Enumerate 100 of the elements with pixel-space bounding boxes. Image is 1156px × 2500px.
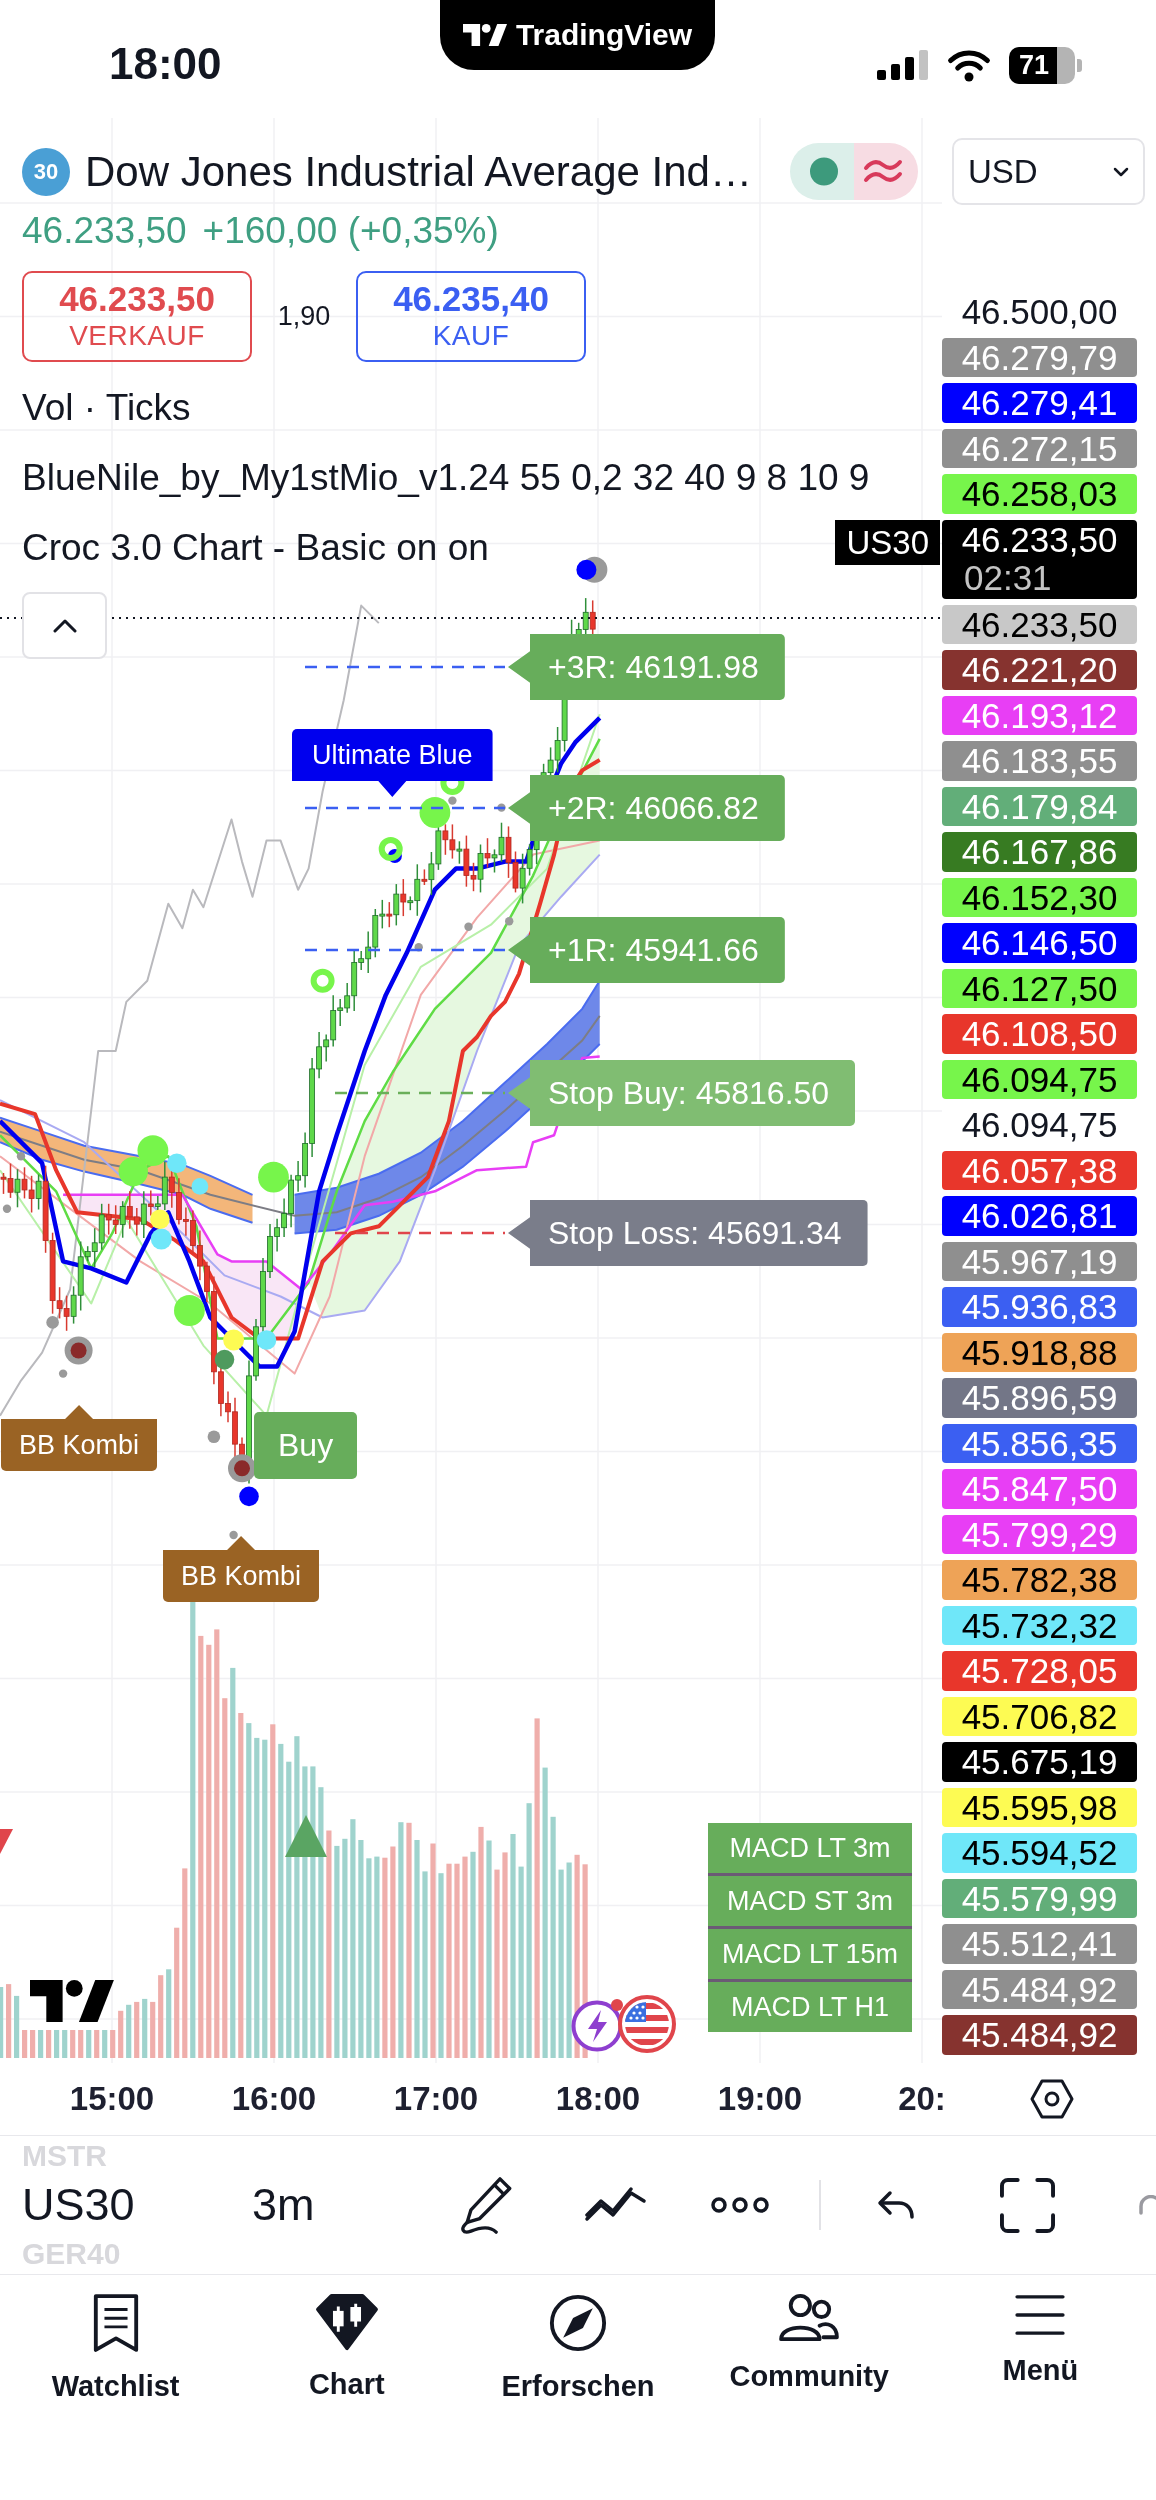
status-time: 18:00 bbox=[109, 38, 222, 90]
triangle-marker-icon bbox=[285, 1815, 327, 1857]
indicator-legend: BlueNile_by_My1stMio_v1.24 55 0,2 32 40 9 8 10 9 bbox=[22, 454, 870, 502]
symbol-badge: 30 bbox=[22, 147, 70, 196]
buy-button[interactable]: 46.235,40 KAUF bbox=[356, 270, 586, 362]
pivot-dot-icon bbox=[16, 1152, 26, 1161]
countdown-timer: 02:31 bbox=[963, 559, 1052, 597]
lightning-icon[interactable] bbox=[571, 1998, 624, 2052]
signal-dot-icon bbox=[214, 1349, 235, 1370]
signal-dot-icon bbox=[150, 1228, 172, 1250]
wifi-icon bbox=[946, 48, 992, 82]
price-label: 46.272,15 bbox=[942, 428, 1137, 468]
settings-icon[interactable] bbox=[1030, 2079, 1074, 2119]
price-label: 45.732,32 bbox=[942, 1605, 1137, 1645]
pivot-dot-icon bbox=[464, 922, 473, 931]
price-label: 46.183,55 bbox=[942, 741, 1137, 781]
price-label: 45.484,92 bbox=[942, 1969, 1137, 2009]
arc-icon[interactable] bbox=[1139, 2195, 1156, 2215]
price-value: 46.233,50 bbox=[961, 521, 1118, 559]
symbol-tag: US30 bbox=[835, 519, 940, 565]
signal-dot-icon bbox=[191, 1178, 209, 1195]
wave-icon[interactable] bbox=[854, 143, 918, 200]
price-label: 45.918,88 bbox=[942, 1332, 1137, 1372]
price-label: 45.728,05 bbox=[942, 1651, 1137, 1691]
zigzag-icon[interactable] bbox=[582, 2187, 648, 2223]
signal-icon bbox=[877, 50, 929, 80]
pivot-dot-icon bbox=[2, 1204, 12, 1213]
price-label: 45.847,50 bbox=[942, 1469, 1137, 1509]
signal-label: Ultimate Blue bbox=[292, 729, 493, 797]
price-label: 45.484,92 bbox=[942, 2015, 1137, 2055]
pivot-dot-icon bbox=[414, 943, 423, 952]
price-label: 46.167,86 bbox=[942, 832, 1137, 872]
price-label: 46.108,50 bbox=[942, 1014, 1137, 1054]
signal-dot-icon bbox=[419, 797, 451, 828]
tab-item[interactable]: Chart bbox=[231, 2293, 463, 2405]
pivot-dot-icon bbox=[505, 917, 514, 926]
price-label: 45.782,38 bbox=[942, 1560, 1137, 1600]
price-label: 46.026,81 bbox=[942, 1196, 1137, 1236]
symbol-option[interactable]: US30 bbox=[22, 2178, 212, 2232]
indicator-legend: Croc 3.0 Chart - Basic on on bbox=[22, 524, 489, 572]
signal-dot-icon bbox=[223, 1329, 245, 1351]
level-label: Stop Buy: 45816.50 bbox=[508, 1060, 856, 1126]
price-label: 46.279,41 bbox=[942, 383, 1137, 423]
signal-ring-icon bbox=[310, 968, 335, 993]
pivot-marker-icon bbox=[64, 1336, 93, 1365]
price-label: 46.279,79 bbox=[942, 337, 1137, 377]
logo-icon bbox=[462, 24, 507, 46]
price-label: 46.221,20 bbox=[942, 650, 1137, 690]
fullscreen-icon[interactable] bbox=[999, 2177, 1055, 2233]
pivot-dot-icon bbox=[497, 803, 506, 812]
signal-dot-icon bbox=[174, 1295, 205, 1326]
price-label: 46.152,30 bbox=[942, 877, 1137, 917]
signal-dot-icon bbox=[150, 1209, 170, 1230]
signal-ring-icon bbox=[378, 837, 403, 861]
price-label: 45.967,19 bbox=[942, 1241, 1137, 1281]
price-label: 46.179,84 bbox=[942, 786, 1137, 826]
sell-button[interactable]: 46.233,50 VERKAUF bbox=[22, 270, 252, 362]
tab-item[interactable]: Community bbox=[693, 2293, 925, 2405]
pivot-dot-icon bbox=[229, 1530, 238, 1540]
signal-label: BB Kombi bbox=[163, 1536, 320, 1602]
level-label: +2R: 46066.82 bbox=[508, 775, 785, 841]
tab-item[interactable]: Erforschen bbox=[462, 2293, 694, 2405]
time-label: 17:00 bbox=[392, 2080, 480, 2118]
price-label: 45.799,29 bbox=[942, 1514, 1137, 1554]
logo-icon bbox=[30, 1980, 114, 2022]
signal-marker-icon bbox=[576, 556, 608, 583]
time-label: 16:00 bbox=[230, 2080, 318, 2118]
price-change: +160,00 (+0,35%) bbox=[202, 209, 499, 253]
price-label: 45.896,59 bbox=[942, 1378, 1137, 1418]
price-label: 45.936,83 bbox=[942, 1287, 1137, 1327]
macd-label: MACD ST 3m bbox=[708, 1876, 912, 1926]
spread-value: 1,90 bbox=[276, 300, 332, 332]
level-label: +1R: 45941.66 bbox=[508, 917, 785, 983]
tab-item[interactable]: Menü bbox=[924, 2293, 1156, 2405]
undo-icon[interactable] bbox=[877, 2190, 915, 2220]
flag-icon[interactable] bbox=[618, 1995, 676, 2053]
signal-dot-icon bbox=[118, 1156, 148, 1187]
currency-dropdown[interactable]: USD bbox=[952, 138, 1145, 205]
price-label: 46.258,03 bbox=[942, 474, 1137, 514]
last-price: 46.233,50 bbox=[22, 209, 187, 253]
tab-item[interactable]: Watchlist bbox=[0, 2293, 232, 2405]
price-label: 45.594,52 bbox=[942, 1833, 1137, 1873]
chevron-icon bbox=[1113, 166, 1129, 177]
price-label: 46.094,75 bbox=[942, 1059, 1137, 1099]
time-label: 20: bbox=[897, 2080, 947, 2118]
price-label: 46.146,50 bbox=[942, 923, 1137, 963]
app-name: TradingView bbox=[515, 17, 693, 53]
price-label: 45.595,98 bbox=[942, 1787, 1137, 1827]
price-tick: 46.094,75 bbox=[960, 1105, 1119, 1145]
price-label: 45.856,35 bbox=[942, 1423, 1137, 1463]
level-label: +3R: 46191.98 bbox=[508, 634, 785, 700]
time-label: 15:00 bbox=[68, 2080, 156, 2118]
price-label: 46.233,50 bbox=[942, 604, 1137, 644]
interval-button[interactable]: 3m bbox=[252, 2178, 315, 2232]
signal-dot-icon bbox=[256, 1330, 277, 1350]
more-icon[interactable] bbox=[710, 2196, 770, 2214]
price-label: 46.193,12 bbox=[942, 695, 1137, 735]
signal-label: BB Kombi bbox=[1, 1405, 158, 1471]
pivot-dot-icon bbox=[46, 1316, 59, 1329]
pivot-dot-icon bbox=[207, 1430, 221, 1444]
